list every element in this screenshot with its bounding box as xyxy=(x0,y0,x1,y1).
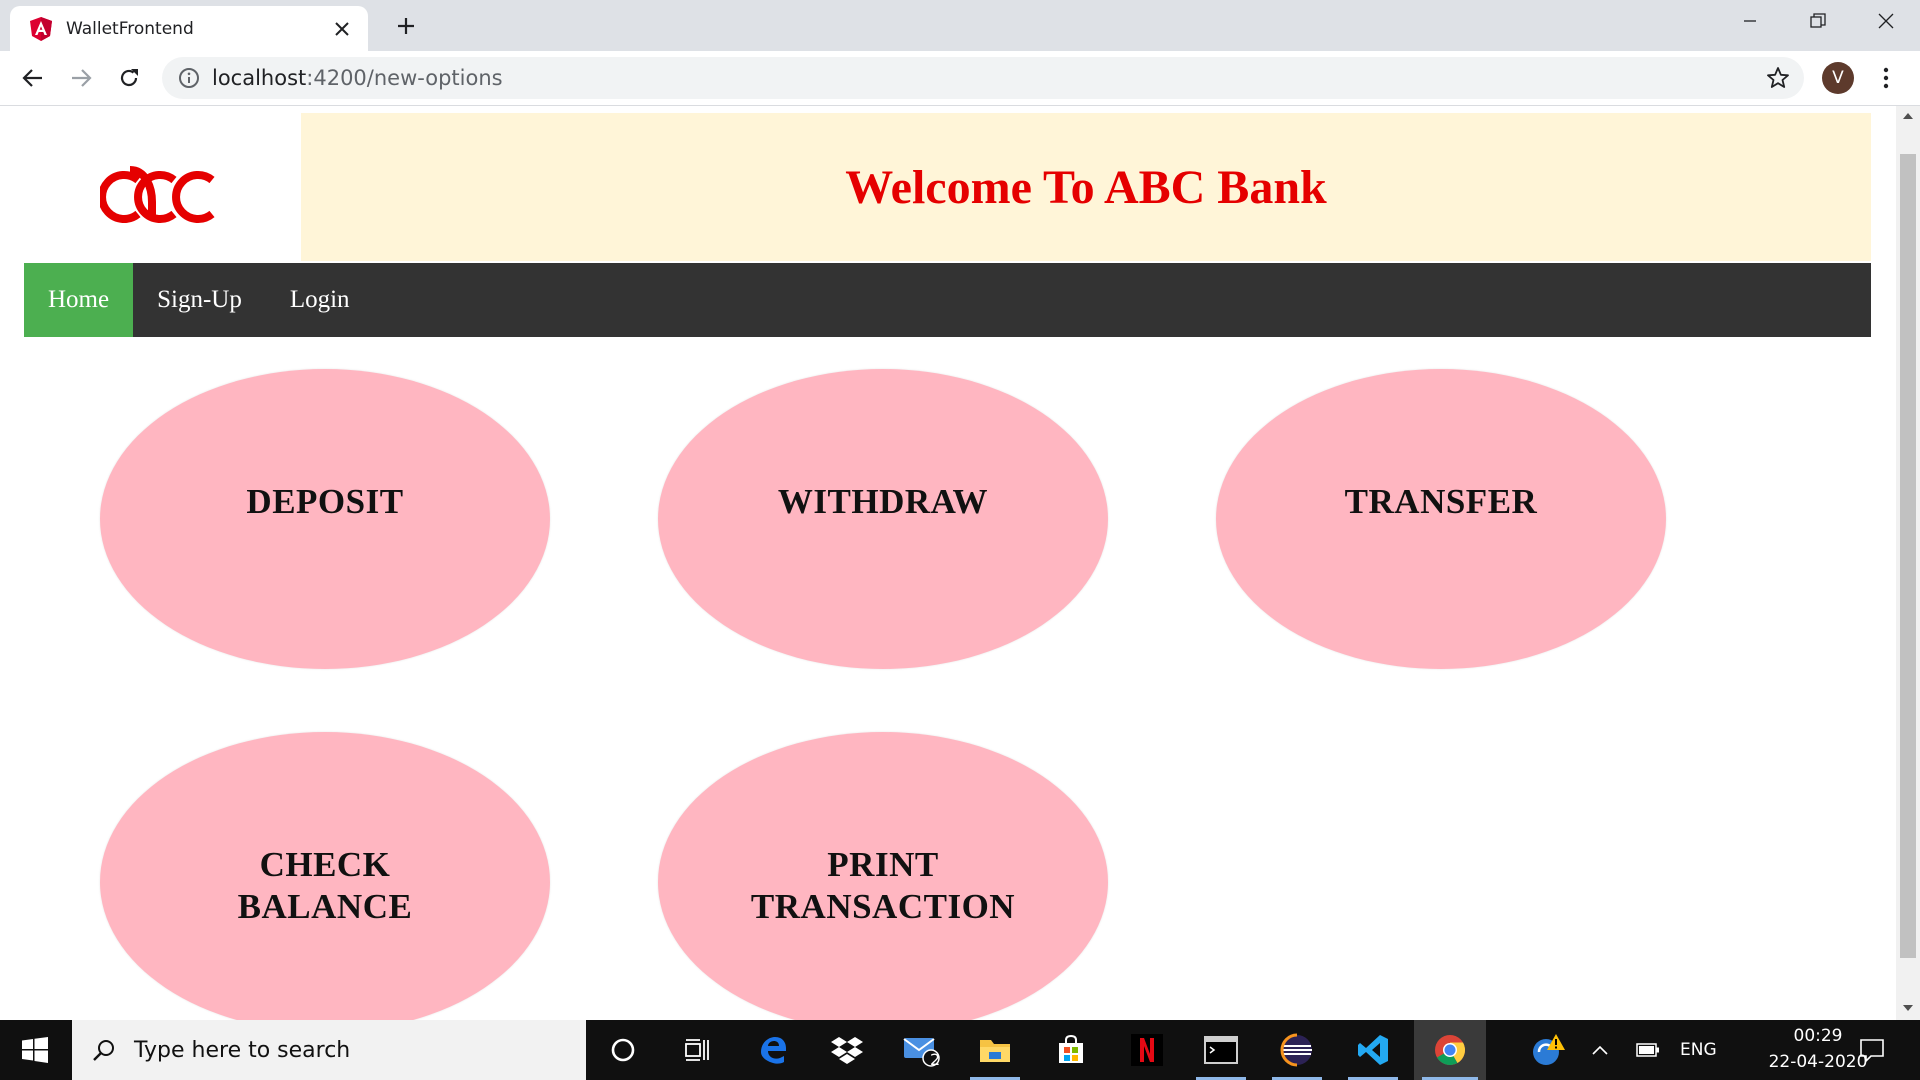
url-text[interactable]: localhost:4200/new-options xyxy=(212,66,503,90)
file-explorer-icon[interactable] xyxy=(962,1020,1028,1080)
browser-menu-icon[interactable] xyxy=(1874,63,1898,93)
browser-toolbar: localhost:4200/new-options V xyxy=(0,51,1920,106)
close-tab-icon[interactable] xyxy=(332,19,352,39)
mail-badge: 2 xyxy=(930,1050,941,1069)
mail-icon[interactable]: 2 xyxy=(888,1020,954,1080)
withdraw-label: WITHDRAW xyxy=(777,482,989,521)
withdraw-option[interactable]: WITHDRAW xyxy=(658,369,1108,669)
windows-taskbar: Type here to search 2 ENG 00:29 22-04-20… xyxy=(0,1020,1920,1080)
main-navbar: Home Sign-Up Login xyxy=(24,263,1871,337)
tray-chevron-up-icon[interactable] xyxy=(1582,1020,1618,1080)
scroll-down-icon[interactable] xyxy=(1902,1002,1914,1014)
print-transaction-label-line2: TRANSACTION xyxy=(750,887,1016,926)
terminal-icon[interactable] xyxy=(1188,1020,1254,1080)
battery-icon[interactable] xyxy=(1622,1020,1674,1080)
windows-start-icon[interactable] xyxy=(0,1020,70,1080)
language-indicator[interactable]: ENG xyxy=(1680,1040,1717,1060)
task-view-icon[interactable] xyxy=(664,1020,730,1080)
print-transaction-label-line1: PRINT xyxy=(827,845,939,884)
transfer-option[interactable]: TRANSFER xyxy=(1216,369,1666,669)
taskbar-search-box[interactable]: Type here to search xyxy=(72,1020,586,1080)
nav-sign-up[interactable]: Sign-Up xyxy=(133,263,266,337)
address-bar[interactable]: localhost:4200/new-options xyxy=(162,57,1804,99)
url-path: :4200/new-options xyxy=(306,66,503,90)
page-scrollbar[interactable] xyxy=(1896,106,1920,1020)
close-window-icon[interactable] xyxy=(1852,0,1920,42)
scroll-up-icon[interactable] xyxy=(1902,110,1914,122)
dropbox-icon[interactable] xyxy=(814,1020,880,1080)
check-balance-label-line2: BALANCE xyxy=(237,887,413,926)
check-balance-option[interactable]: CHECK BALANCE xyxy=(100,732,550,1020)
info-icon[interactable] xyxy=(178,67,200,89)
chrome-icon[interactable] xyxy=(1414,1020,1486,1080)
search-icon xyxy=(92,1038,116,1062)
deposit-label: DEPOSIT xyxy=(246,482,404,521)
page-title: Welcome To ABC Bank xyxy=(845,160,1327,214)
edge-icon[interactable] xyxy=(740,1020,806,1080)
print-transaction-option[interactable]: PRINT TRANSACTION xyxy=(658,732,1108,1020)
tab-title: WalletFrontend xyxy=(66,18,194,39)
browser-tab[interactable]: WalletFrontend xyxy=(10,6,368,51)
scroll-thumb[interactable] xyxy=(1900,154,1916,958)
deposit-option[interactable]: DEPOSIT xyxy=(100,369,550,669)
forward-arrow-icon[interactable] xyxy=(66,63,96,93)
url-host: localhost xyxy=(212,66,307,90)
welcome-banner: Welcome To ABC Bank xyxy=(301,113,1871,261)
browser-titlebar: WalletFrontend xyxy=(0,0,1920,51)
new-tab-icon[interactable] xyxy=(392,12,420,40)
angular-icon xyxy=(30,16,52,41)
bookmark-star-icon[interactable] xyxy=(1766,66,1790,90)
vscode-icon[interactable] xyxy=(1340,1020,1406,1080)
restore-icon[interactable] xyxy=(1784,0,1852,42)
search-placeholder: Type here to search xyxy=(134,1037,351,1063)
updater-warning-icon[interactable] xyxy=(1518,1020,1578,1080)
profile-avatar[interactable]: V xyxy=(1822,62,1854,94)
action-center-icon[interactable] xyxy=(1846,1020,1898,1080)
reload-icon[interactable] xyxy=(114,63,144,93)
minimize-icon[interactable] xyxy=(1716,0,1784,42)
netflix-icon[interactable] xyxy=(1114,1020,1180,1080)
transfer-label: TRANSFER xyxy=(1344,482,1538,521)
back-arrow-icon[interactable] xyxy=(18,63,48,93)
abc-logo[interactable] xyxy=(98,162,220,232)
cortana-icon[interactable] xyxy=(590,1020,656,1080)
store-icon[interactable] xyxy=(1038,1020,1104,1080)
check-balance-label-line1: CHECK xyxy=(259,845,391,884)
nav-home[interactable]: Home xyxy=(24,263,134,337)
page-viewport: Welcome To ABC Bank Home Sign-Up Login D… xyxy=(0,106,1896,1020)
eclipse-icon[interactable] xyxy=(1264,1020,1330,1080)
nav-login[interactable]: Login xyxy=(266,263,374,337)
